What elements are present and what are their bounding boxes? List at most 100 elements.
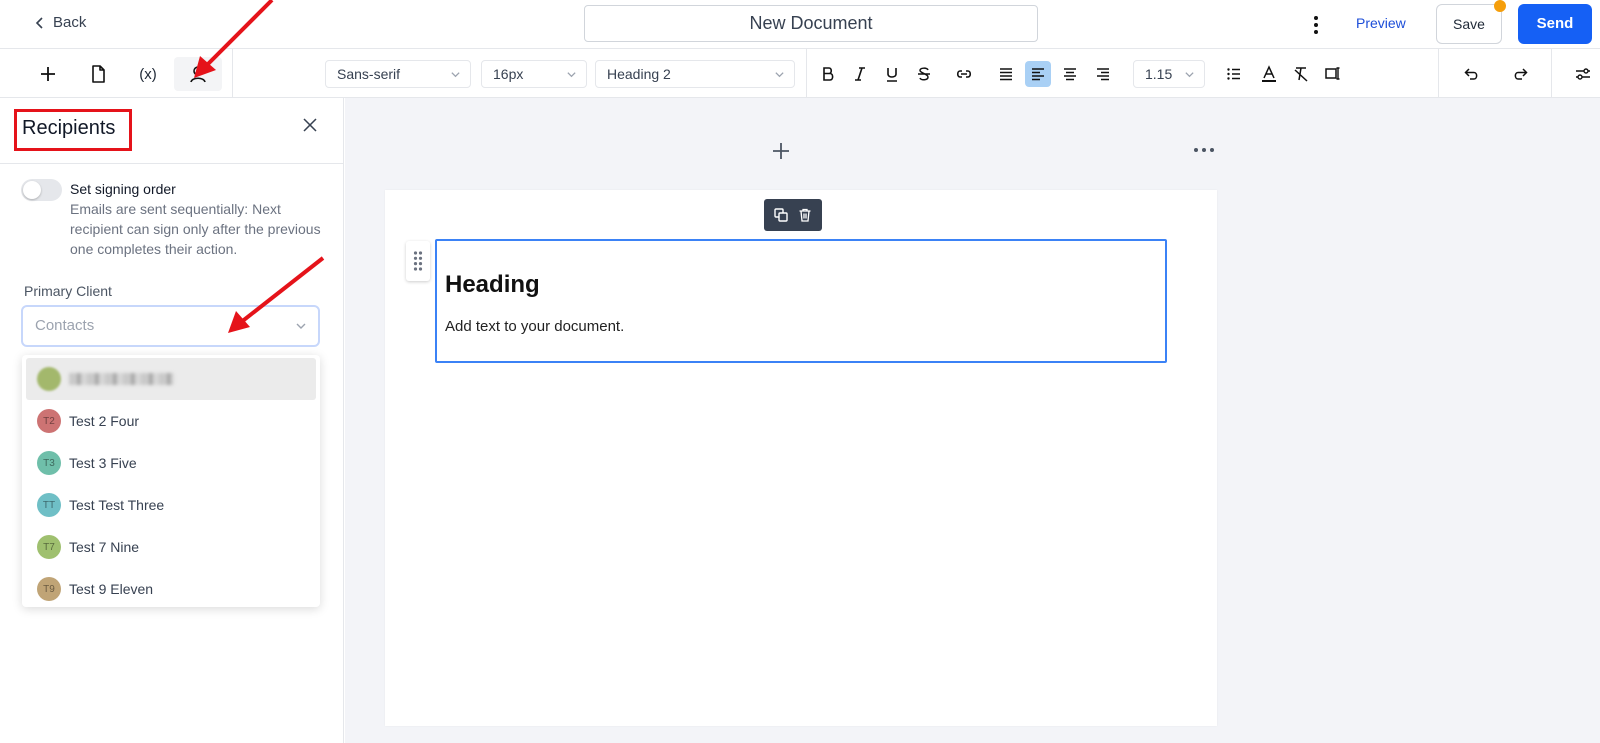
clear-format-button[interactable] [1288, 61, 1314, 87]
bullet-list-button[interactable] [1221, 61, 1247, 87]
editor-toolbar: (x) Sans-serif 16px Heading 2 1.15 [0, 49, 1600, 98]
italic-button[interactable] [847, 61, 873, 87]
toolbar-divider [1438, 49, 1439, 98]
document-title-input[interactable]: New Document [584, 5, 1038, 42]
italic-icon [855, 67, 865, 81]
contacts-select[interactable]: Contacts [21, 305, 320, 347]
insert-tools: (x) [24, 57, 222, 91]
avatar: T9 [37, 577, 61, 601]
chevron-down-icon [1185, 72, 1194, 78]
recipients-panel: Recipients Set signing order Emails are … [0, 98, 344, 743]
block-heading[interactable]: Heading [445, 271, 540, 299]
block-body[interactable]: Add text to your document. [445, 318, 624, 335]
chevron-down-icon [451, 72, 460, 78]
variables-button[interactable]: (x) [124, 57, 172, 91]
unsaved-indicator [1494, 0, 1506, 12]
recipients-button[interactable] [174, 57, 222, 91]
font-family-select[interactable]: Sans-serif [325, 60, 471, 88]
link-button[interactable] [951, 61, 977, 87]
insert-field-icon [1325, 67, 1340, 80]
line-height-select[interactable]: 1.15 [1133, 60, 1205, 88]
align-justify-icon [1000, 68, 1012, 81]
document-button[interactable] [74, 57, 122, 91]
align-left-button[interactable] [1025, 61, 1051, 87]
redo-button[interactable] [1505, 61, 1535, 87]
close-icon[interactable] [300, 115, 320, 135]
strikethrough-icon [918, 67, 930, 81]
contact-option[interactable]: TT Test Test Three [26, 484, 316, 526]
align-right-button[interactable] [1090, 61, 1116, 87]
contact-option[interactable]: T7 Test 7 Nine [26, 526, 316, 568]
bold-icon [823, 67, 834, 81]
chevron-left-icon [35, 16, 43, 29]
send-button[interactable]: Send [1518, 4, 1592, 44]
font-size-value: 16px [493, 66, 524, 82]
contact-option[interactable]: T2 Test 2 Four [26, 400, 316, 442]
font-family-value: Sans-serif [337, 66, 401, 82]
clear-format-icon [1294, 67, 1308, 82]
add-section-icon[interactable] [771, 141, 791, 161]
align-left-icon [1032, 68, 1044, 81]
toggle-knob [23, 181, 41, 199]
sliders-icon [1576, 68, 1590, 80]
avatar [37, 367, 61, 391]
strikethrough-button[interactable] [911, 61, 937, 87]
add-block-button[interactable] [24, 57, 72, 91]
contacts-placeholder: Contacts [35, 317, 95, 334]
signing-order-toggle[interactable] [21, 179, 62, 201]
link-icon [956, 70, 972, 78]
duplicate-icon[interactable] [773, 207, 789, 223]
toolbar-divider [806, 49, 807, 98]
avatar: T2 [37, 409, 61, 433]
contacts-dropdown: T2 Test 2 Four T3 Test 3 Five TT Test Te… [22, 355, 320, 607]
save-button[interactable]: Save [1436, 4, 1502, 44]
back-label: Back [53, 14, 87, 31]
text-color-button[interactable] [1256, 61, 1282, 87]
text-color-icon [1262, 65, 1276, 82]
underline-icon [887, 68, 897, 82]
insert-field-button[interactable] [1320, 61, 1346, 87]
contact-name: Test 3 Five [69, 455, 137, 471]
avatar: T7 [37, 535, 61, 559]
drag-handle[interactable] [406, 241, 430, 281]
avatar: TT [37, 493, 61, 517]
contact-name: Test 2 Four [69, 413, 140, 429]
align-right-icon [1097, 68, 1109, 81]
signing-order-description: Emails are sent sequentially: Next recip… [70, 201, 321, 257]
contact-option[interactable] [26, 358, 316, 400]
block-style-select[interactable]: Heading 2 [595, 60, 795, 88]
chevron-down-icon [775, 72, 784, 78]
underline-button[interactable] [879, 61, 905, 87]
trash-icon[interactable] [797, 207, 813, 223]
annotation-highlight-box [14, 109, 132, 151]
align-center-button[interactable] [1057, 61, 1083, 87]
line-height-value: 1.15 [1145, 66, 1173, 82]
block-style-value: Heading 2 [607, 66, 671, 82]
undo-button[interactable] [1457, 61, 1487, 87]
bullet-list-icon [1227, 68, 1240, 80]
align-center-icon [1064, 68, 1076, 81]
more-horizontal-icon[interactable] [1193, 145, 1215, 155]
text-block[interactable]: Heading Add text to your document. [435, 239, 1167, 363]
font-size-select[interactable]: 16px [481, 60, 587, 88]
contact-name: Test Test Three [69, 497, 165, 513]
redacted-name [69, 373, 174, 385]
back-button[interactable]: Back [33, 14, 86, 31]
user-icon [190, 66, 206, 83]
block-toolbar [764, 199, 822, 231]
primary-client-label: Primary Client [24, 283, 112, 299]
plus-icon [41, 67, 55, 81]
bold-button[interactable] [815, 61, 841, 87]
settings-button[interactable] [1570, 61, 1596, 87]
toolbar-divider [1551, 49, 1552, 98]
top-bar: Back New Document Preview Save Send [0, 0, 1600, 49]
contact-option[interactable]: T9 Test 9 Eleven [26, 568, 316, 610]
signing-order-label: Set signing order [70, 181, 176, 197]
contact-name: Test 7 Nine [69, 539, 140, 555]
chevron-down-icon [296, 323, 306, 329]
contact-option[interactable]: T3 Test 3 Five [26, 442, 316, 484]
chevron-down-icon [567, 72, 576, 78]
preview-button[interactable]: Preview [1356, 15, 1406, 31]
more-vertical-icon[interactable] [1304, 13, 1328, 37]
align-justify-button[interactable] [993, 61, 1019, 87]
